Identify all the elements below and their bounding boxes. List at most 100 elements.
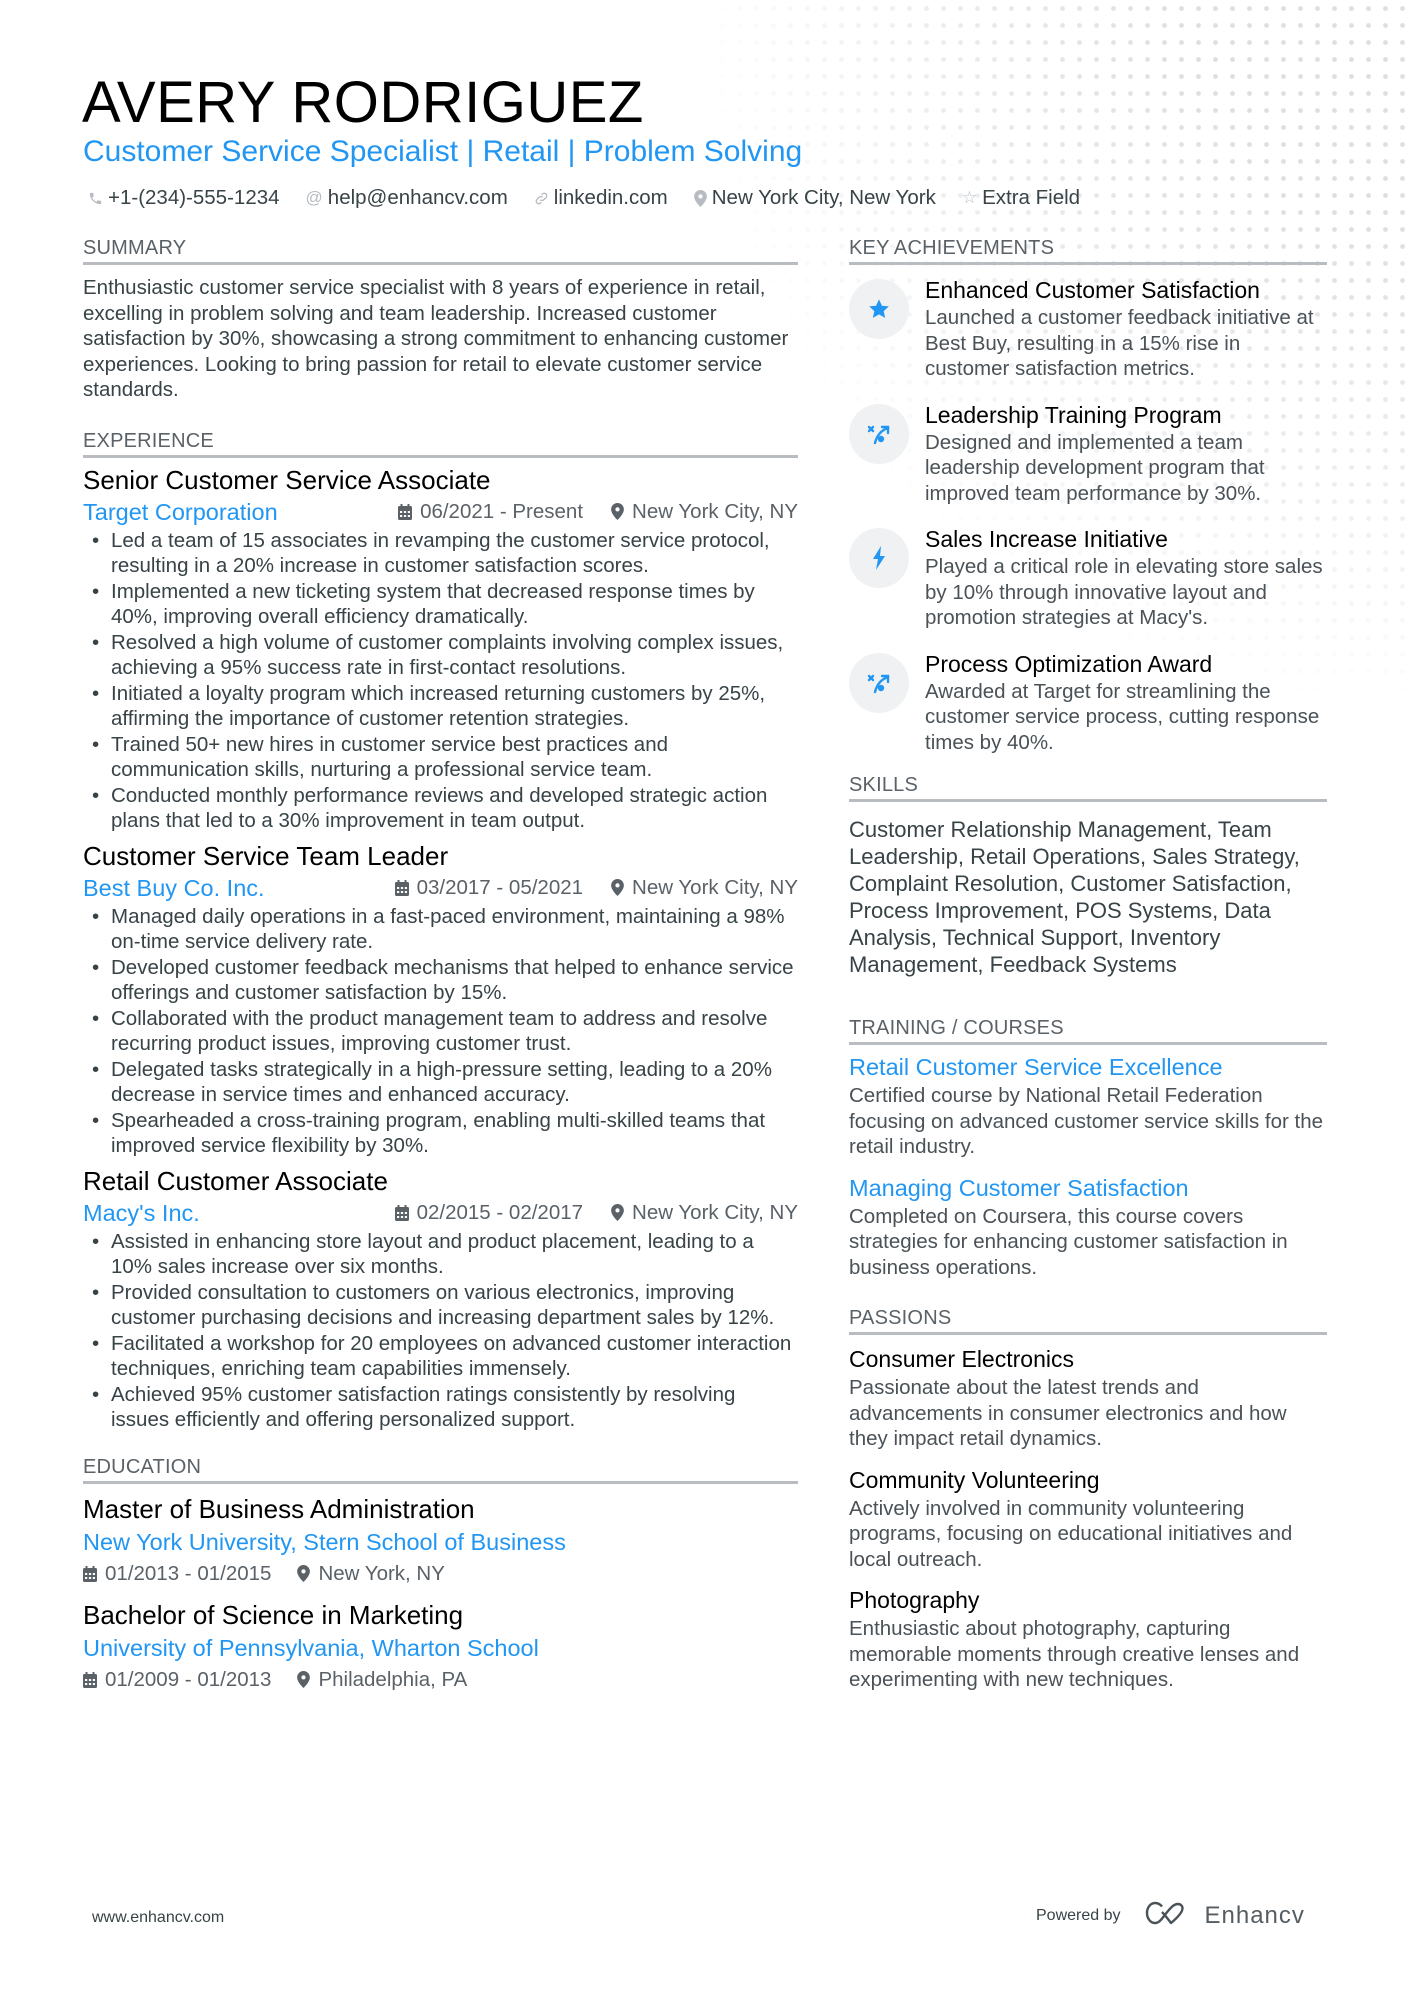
achievement-title: Sales Increase Initiative	[925, 526, 1168, 552]
enhancv-logo[interactable]: Enhancv	[1145, 1900, 1305, 1931]
star-icon	[849, 279, 909, 339]
footer-website-link[interactable]: www.enhancv.com	[92, 1909, 224, 1927]
email-text: help@enhancv.com	[327, 186, 508, 209]
location-icon	[611, 503, 624, 520]
location-icon	[611, 879, 624, 896]
course-description: Completed on Coursera, this course cover…	[849, 1204, 1288, 1279]
location-icon	[297, 1565, 311, 1582]
education-dates: 01/2013 - 01/2015	[105, 1561, 272, 1585]
company-name: Target Corporation	[83, 498, 278, 525]
course-title: Managing Customer Satisfaction	[849, 1174, 1189, 1201]
school-name: New York University, Stern School of Bus…	[83, 1528, 566, 1555]
summary-section: SUMMARY Enthusiastic customer service sp…	[83, 236, 798, 403]
star-outline-icon: ☆	[961, 188, 978, 207]
location-icon	[693, 189, 707, 207]
skills-heading: SKILLS	[849, 773, 1327, 802]
powered-by-label: Powered by	[1036, 1906, 1121, 1924]
lightning-icon	[849, 528, 909, 588]
bullet-item: Conducted monthly performance reviews an…	[83, 783, 798, 834]
strategy-icon	[849, 403, 909, 464]
bullet-item: Achieved 95% customer satisfaction ratin…	[83, 1382, 798, 1433]
bullet-item: Resolved a high volume of customer compl…	[83, 630, 798, 681]
enhancv-wordmark: Enhancv	[1204, 1901, 1305, 1929]
passion-item: Consumer Electronics Passionate about th…	[849, 1343, 1327, 1452]
job-bullets: Managed daily operations in a fast-paced…	[83, 904, 798, 1159]
company-name: Best Buy Co. Inc.	[83, 874, 265, 901]
passion-title: Community Volunteering	[849, 1466, 1100, 1493]
phone-icon	[88, 191, 103, 206]
skills-section: SKILLS Customer Relationship Management,…	[849, 773, 1327, 978]
bullet-item: Spearheaded a cross-training program, en…	[83, 1108, 798, 1159]
bullet-item: Trained 50+ new hires in customer servic…	[83, 732, 798, 783]
training-section: TRAINING / COURSES Retail Customer Servi…	[849, 1016, 1327, 1280]
job-dates: 03/2017 - 05/2021	[416, 875, 584, 899]
achievement-item: Leadership Training Program Designed and…	[849, 400, 1327, 507]
footer-branding: Powered by Enhancv	[1036, 1900, 1305, 1931]
contact-linkedin[interactable]: linkedin.com	[534, 186, 668, 210]
bullet-item: Initiated a loyalty program which increa…	[83, 681, 798, 732]
contact-location: New York City, New York	[693, 186, 936, 210]
achievement-description: Launched a customer feedback initiative …	[925, 306, 1314, 380]
achievement-title: Leadership Training Program	[925, 401, 1222, 428]
degree-title: Bachelor of Science in Marketing	[83, 1599, 464, 1630]
achievement-description: Played a critical role in elevating stor…	[925, 555, 1323, 629]
calendar-icon	[394, 1204, 409, 1221]
contact-email[interactable]: @ help@enhancv.com	[306, 186, 508, 210]
achievement-description: Awarded at Target for streamlining the c…	[925, 679, 1320, 754]
bullet-item: Provided consultation to customers on va…	[83, 1280, 798, 1331]
at-icon: @	[305, 188, 323, 207]
company-name: Macy's Inc.	[83, 1199, 200, 1226]
passions-section: PASSIONS Consumer Electronics Passionate…	[849, 1306, 1327, 1693]
course-item: Retail Customer Service Excellence Certi…	[849, 1051, 1327, 1160]
calendar-icon	[398, 503, 413, 520]
calendar-icon	[83, 1671, 97, 1688]
experience-heading: EXPERIENCE	[83, 429, 798, 458]
education-entry: Master of Business Administration New Yo…	[83, 1492, 798, 1590]
education-meta: 01/2013 - 01/2015 New York, NY	[83, 1558, 798, 1590]
passion-description: Enthusiastic about photography, capturin…	[849, 1617, 1300, 1691]
candidate-name: AVERY RODRIGUEZ	[82, 70, 644, 135]
achievements-heading: KEY ACHIEVEMENTS	[849, 236, 1327, 265]
passion-item: Community Volunteering Actively involved…	[849, 1464, 1327, 1573]
passions-heading: PASSIONS	[849, 1306, 1327, 1335]
bullet-item: Delegated tasks strategically in a high-…	[83, 1057, 798, 1108]
bullet-item: Implemented a new ticketing system that …	[83, 579, 798, 630]
strategy-icon	[849, 652, 909, 713]
degree-title: Master of Business Administration	[83, 1493, 475, 1524]
passion-item: Photography Enthusiastic about photograp…	[849, 1584, 1327, 1693]
linkedin-text: linkedin.com	[553, 186, 668, 209]
achievement-description: Designed and implemented a team leadersh…	[925, 430, 1265, 505]
contact-row: +1-(234)-555-1234 @ help@enhancv.com lin…	[88, 186, 1080, 210]
left-column: SUMMARY Enthusiastic customer service sp…	[83, 236, 798, 1696]
job-meta: Macy's Inc. 02/2015 - 02/2017 New York C…	[83, 1197, 798, 1229]
extra-field-text: Extra Field	[982, 186, 1081, 209]
bullet-item: Collaborated with the product management…	[83, 1006, 798, 1057]
education-entry: Bachelor of Science in Marketing Univers…	[83, 1598, 798, 1696]
achievement-title: Process Optimization Award	[925, 650, 1213, 677]
enhancv-logo-icon	[1145, 1900, 1193, 1931]
job-title: Customer Service Team Leader	[83, 840, 449, 871]
job-dates: 02/2015 - 02/2017	[416, 1200, 584, 1224]
job-bullets: Led a team of 15 associates in revamping…	[83, 528, 798, 834]
education-dates: 01/2009 - 01/2013	[105, 1667, 272, 1691]
passion-description: Passionate about the latest trends and a…	[849, 1376, 1287, 1450]
course-item: Managing Customer Satisfaction Completed…	[849, 1172, 1327, 1281]
job-location: New York City, NY	[632, 875, 798, 899]
right-column: KEY ACHIEVEMENTS Enhanced Customer Satis…	[849, 236, 1327, 1693]
bullet-item: Led a team of 15 associates in revamping…	[83, 528, 798, 579]
bullet-item: Developed customer feedback mechanisms t…	[83, 955, 798, 1006]
candidate-headline: Customer Service Specialist | Retail | P…	[83, 135, 803, 168]
education-location: New York, NY	[318, 1561, 445, 1585]
bullet-item: Managed daily operations in a fast-paced…	[83, 904, 798, 955]
location-icon	[611, 1204, 624, 1221]
achievement-item: Process Optimization Award Awarded at Ta…	[849, 649, 1327, 756]
job-location: New York City, NY	[632, 1200, 798, 1224]
summary-text: Enthusiastic customer service specialist…	[83, 276, 789, 401]
passion-title: Photography	[849, 1587, 980, 1613]
contact-phone[interactable]: +1-(234)-555-1234	[88, 186, 280, 210]
passion-title: Consumer Electronics	[849, 1346, 1074, 1372]
course-title: Retail Customer Service Excellence	[849, 1054, 1223, 1080]
course-description: Certified course by National Retail Fede…	[849, 1084, 1324, 1158]
school-name: University of Pennsylvania, Wharton Scho…	[83, 1634, 539, 1661]
training-heading: TRAINING / COURSES	[849, 1016, 1327, 1045]
